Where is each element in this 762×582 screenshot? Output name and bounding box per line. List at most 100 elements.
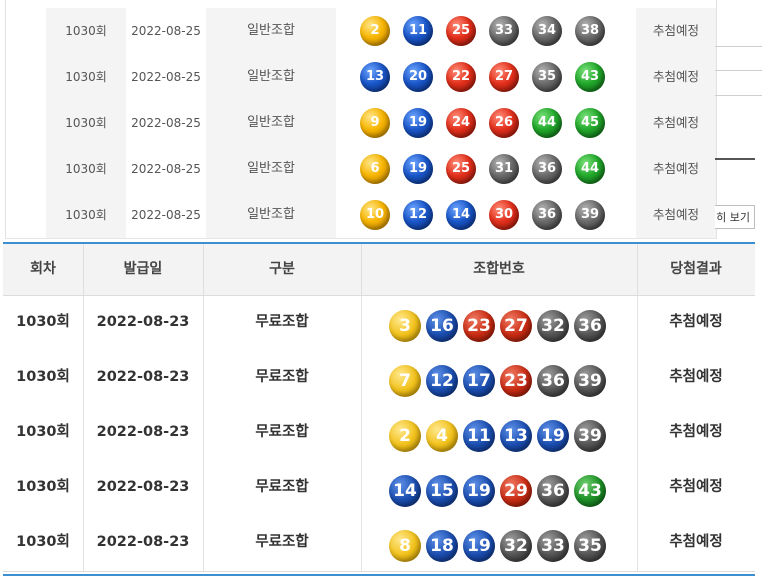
round-cell: 1030회 bbox=[46, 192, 126, 238]
numbers-cell: 14 15 19 29 36 43 bbox=[361, 461, 638, 516]
lotto-ball: 35 bbox=[532, 62, 562, 92]
type-cell: 무료조합 bbox=[203, 516, 362, 571]
round-cell: 1030회 bbox=[46, 100, 126, 146]
type-cell: 무료조합 bbox=[203, 461, 362, 516]
view-more-button[interactable]: 히 보기 bbox=[715, 205, 755, 229]
lotto-ball: 43 bbox=[574, 475, 606, 507]
lotto-ball: 36 bbox=[537, 475, 569, 507]
round-cell: 1030회 bbox=[3, 406, 84, 461]
lotto-ball: 22 bbox=[446, 62, 476, 92]
lotto-ball: 43 bbox=[575, 62, 605, 92]
lotto-ball: 19 bbox=[537, 420, 569, 452]
lotto-ball: 44 bbox=[575, 154, 605, 184]
lotto-ball: 11 bbox=[403, 16, 433, 46]
result-cell: 추첨예정 bbox=[669, 534, 723, 550]
table-row: 1030회 2022-08-23 무료조합 8 18 19 32 33 35 추첨예정 bbox=[3, 516, 755, 572]
lotto-ball: 11 bbox=[463, 420, 495, 452]
lotto-ball: 36 bbox=[574, 310, 606, 342]
lotto-ball: 24 bbox=[446, 108, 476, 138]
numbers-cell: 2 11 25 33 34 38 bbox=[336, 8, 636, 54]
lotto-ball: 7 bbox=[389, 365, 421, 397]
lotto-ball: 6 bbox=[360, 154, 390, 184]
lotto-ball: 25 bbox=[446, 154, 476, 184]
table-row: 1030회 2022-08-23 무료조합 7 12 17 23 36 39 추첨예정 bbox=[3, 351, 755, 407]
row-spacer bbox=[6, 8, 46, 54]
lotto-ball: 39 bbox=[574, 420, 606, 452]
type-cell: 일반조합 bbox=[206, 8, 336, 54]
lotto-ball: 10 bbox=[360, 200, 390, 230]
lotto-ball: 19 bbox=[463, 475, 495, 507]
lotto-ball: 23 bbox=[463, 310, 495, 342]
table-row: 1030회 2022-08-23 무료조합 3 16 23 27 32 36 추첨예정 bbox=[3, 296, 755, 352]
result-cell: 추첨예정 bbox=[636, 54, 716, 100]
lotto-ball: 15 bbox=[426, 475, 458, 507]
header-numbers: 조합번호 bbox=[361, 244, 638, 295]
header-result: 당첨결과 bbox=[670, 261, 722, 277]
lotto-ball: 17 bbox=[463, 365, 495, 397]
date-cell: 2022-08-23 bbox=[83, 461, 204, 516]
lotto-ball: 39 bbox=[574, 365, 606, 397]
lotto-ball: 14 bbox=[389, 475, 421, 507]
numbers-cell: 7 12 17 23 36 39 bbox=[361, 351, 638, 406]
table-row: 1030회 2022-08-25 일반조합 6 19 25 31 36 44 추첨예정 bbox=[6, 146, 716, 193]
row-spacer bbox=[6, 100, 46, 146]
row-spacer bbox=[6, 54, 46, 100]
numbers-cell: 8 18 19 32 33 35 bbox=[361, 516, 638, 571]
row-spacer bbox=[6, 192, 46, 238]
type-cell: 일반조합 bbox=[206, 100, 336, 146]
lotto-ball: 4 bbox=[426, 420, 458, 452]
numbers-cell: 6 19 25 31 36 44 bbox=[336, 146, 636, 192]
numbers-cell: 10 12 14 30 36 39 bbox=[336, 192, 636, 238]
lotto-ball: 8 bbox=[389, 530, 421, 562]
table-row: 1030회 2022-08-25 일반조합 13 20 22 27 35 43 추첨예정 bbox=[6, 54, 716, 101]
result-cell: 추첨예정 bbox=[669, 424, 723, 440]
lotto-ball: 34 bbox=[532, 16, 562, 46]
date-cell: 2022-08-25 bbox=[126, 54, 206, 100]
round-cell: 1030회 bbox=[3, 351, 84, 406]
round-cell: 1030회 bbox=[46, 146, 126, 192]
date-cell: 2022-08-23 bbox=[83, 296, 204, 351]
lotto-ball: 18 bbox=[426, 530, 458, 562]
type-cell: 무료조합 bbox=[203, 406, 362, 461]
date-cell: 2022-08-23 bbox=[83, 406, 204, 461]
lotto-ball: 39 bbox=[575, 200, 605, 230]
lotto-ball: 32 bbox=[537, 310, 569, 342]
date-cell: 2022-08-25 bbox=[126, 8, 206, 54]
lotto-ball: 45 bbox=[575, 108, 605, 138]
result-cell: 추첨예정 bbox=[669, 314, 723, 330]
type-cell: 일반조합 bbox=[206, 146, 336, 192]
lotto-ball: 33 bbox=[537, 530, 569, 562]
numbers-cell: 2 4 11 13 19 39 bbox=[361, 406, 638, 461]
lotto-ball: 31 bbox=[489, 154, 519, 184]
row-spacer bbox=[6, 146, 46, 192]
lotto-ball: 12 bbox=[403, 200, 433, 230]
round-cell: 1030회 bbox=[46, 8, 126, 54]
result-cell: 추첨예정 bbox=[636, 8, 716, 54]
lotto-ball: 35 bbox=[574, 530, 606, 562]
lotto-ball: 20 bbox=[403, 62, 433, 92]
result-cell: 추첨예정 bbox=[669, 369, 723, 385]
lotto-ball: 19 bbox=[463, 530, 495, 562]
generated-combinations-table: 1030회 2022-08-25 일반조합 2 11 25 33 34 38 추첨예정 1030회 2… bbox=[5, 0, 717, 239]
lotto-ball: 2 bbox=[360, 16, 390, 46]
lotto-ball: 25 bbox=[446, 16, 476, 46]
type-cell: 무료조합 bbox=[203, 351, 362, 406]
side-divider bbox=[715, 158, 755, 160]
round-cell: 1030회 bbox=[3, 461, 84, 516]
lotto-ball: 19 bbox=[403, 154, 433, 184]
date-cell: 2022-08-25 bbox=[126, 146, 206, 192]
lotto-ball: 19 bbox=[403, 108, 433, 138]
result-cell: 추첨예정 bbox=[636, 100, 716, 146]
numbers-cell: 3 16 23 27 32 36 bbox=[361, 296, 638, 351]
side-divider bbox=[715, 70, 762, 71]
lotto-ball: 36 bbox=[532, 200, 562, 230]
lotto-ball: 32 bbox=[500, 530, 532, 562]
table-row: 1030회 2022-08-25 일반조합 10 12 14 30 36 39 추첨예정 bbox=[6, 192, 716, 239]
date-cell: 2022-08-25 bbox=[126, 100, 206, 146]
result-cell: 추첨예정 bbox=[636, 192, 716, 238]
round-cell: 1030회 bbox=[3, 516, 84, 571]
lotto-ball: 9 bbox=[360, 108, 390, 138]
lotto-ball: 14 bbox=[446, 200, 476, 230]
numbers-cell: 9 19 24 26 44 45 bbox=[336, 100, 636, 146]
lotto-ball: 44 bbox=[532, 108, 562, 138]
